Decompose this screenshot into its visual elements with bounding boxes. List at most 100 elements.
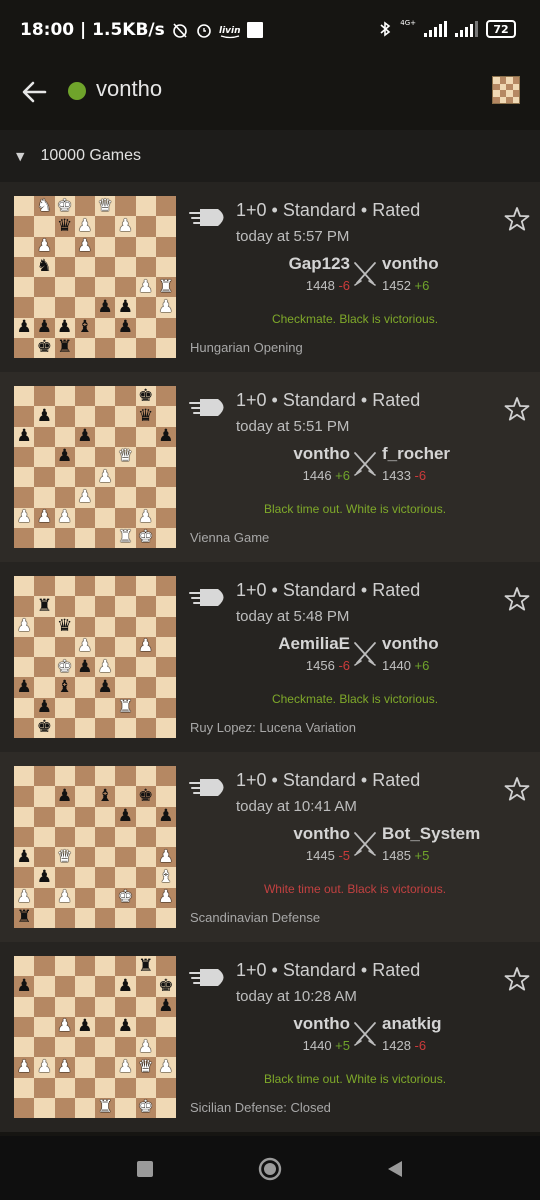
recent-apps-button[interactable] (130, 1154, 160, 1184)
collapse-caret-icon: ▼ (16, 149, 25, 163)
white-pawn-icon: ♟ (135, 636, 156, 657)
board-square (74, 976, 95, 997)
home-button[interactable] (255, 1154, 285, 1184)
board-square (155, 386, 176, 407)
board-square (14, 1016, 35, 1037)
board-square (115, 616, 136, 637)
white-player: vontho 1445 -5 (230, 824, 350, 863)
player-name[interactable]: vontho (382, 634, 502, 654)
white-player: vontho 1440 +5 (230, 1014, 350, 1053)
game-row[interactable]: ♞ ♚ ♛ ♛ ♟ ♟ ♟ ♟ ♞ ♟ ♜ ♟ ♟ ♟ ♟ ♟ ♟ ♝ ♟ ♚ ♜ 1+0 • Standard • R… (0, 182, 540, 372)
board-square (115, 677, 136, 698)
opening-name: Vienna Game (190, 530, 270, 545)
board-square (135, 1077, 156, 1098)
board-square (34, 1016, 55, 1037)
game-meta: 1+0 • Standard • Rated (236, 200, 421, 220)
game-row[interactable]: ♜ ♟ ♛ ♟ ♟ ♚ ♟ ♟ ♟ ♝ ♟ ♟ ♜ ♚ 1+0 • Standard • Rated to… (0, 562, 540, 752)
board-preview[interactable]: ♞ ♚ ♛ ♛ ♟ ♟ ♟ ♟ ♞ ♟ ♜ ♟ ♟ ♟ ♟ ♟ ♟ ♝ ♟ ♚ ♜ (14, 196, 176, 358)
board-square (155, 677, 176, 698)
game-row[interactable]: ♜ ♟ ♟ ♚ ♟ ♟ ♟ ♟ ♟ ♟ ♟ ♟ ♟ ♛ ♟ ♜ ♚ 1+0 • Standard • Rated… (0, 942, 540, 1132)
back-button[interactable] (16, 74, 52, 110)
black-pawn-icon: ♟ (155, 806, 176, 827)
arrow-left-icon (22, 81, 47, 103)
board-square (135, 677, 156, 698)
board-square (95, 1077, 116, 1098)
board-preview[interactable]: ♜ ♟ ♟ ♚ ♟ ♟ ♟ ♟ ♟ ♟ ♟ ♟ ♟ ♛ ♟ ♜ ♚ (14, 956, 176, 1118)
board-square (74, 527, 95, 548)
board-square (14, 1097, 35, 1118)
board-preview[interactable]: ♟ ♝ ♚ ♟ ♟ ♟ ♛ ♟ ♟ ♝ ♟ ♟ ♚ ♟ ♜ (14, 766, 176, 928)
player-name[interactable]: vontho (230, 444, 350, 464)
game-row[interactable]: ♚ ♟ ♛ ♟ ♟ ♟ ♟ ♛ ♟ ♟ ♟ ♟ ♟ ♟ ♜ ♚ 1+0 • Standard • Rated … (0, 372, 540, 562)
star-icon[interactable] (504, 396, 530, 422)
player-name[interactable]: AemiliaE (230, 634, 350, 654)
board-square (74, 297, 95, 318)
board-square (74, 806, 95, 827)
player-rating-line: 1428 -6 (382, 1038, 502, 1053)
star-icon[interactable] (504, 966, 530, 992)
star-icon[interactable] (504, 586, 530, 612)
nav-back-button[interactable] (380, 1154, 410, 1184)
player-name[interactable]: vontho (230, 824, 350, 844)
bullet-speed-icon (189, 399, 224, 416)
board-preview[interactable]: ♚ ♟ ♛ ♟ ♟ ♟ ♟ ♛ ♟ ♟ ♟ ♟ ♟ ♟ ♜ ♚ (14, 386, 176, 548)
chessboard-icon[interactable] (492, 76, 520, 104)
board-preview[interactable]: ♜ ♟ ♛ ♟ ♟ ♚ ♟ ♟ ♟ ♝ ♟ ♟ ♜ ♚ (14, 576, 176, 738)
black-king-icon: ♚ (155, 976, 176, 997)
player-rating: 1446 (302, 468, 332, 483)
bluetooth-icon (380, 21, 391, 37)
black-queen-icon: ♛ (54, 216, 75, 237)
black-pawn-icon: ♟ (115, 297, 136, 318)
board-square (14, 277, 35, 298)
game-meta: 1+0 • Standard • Rated (236, 580, 421, 600)
board-square (34, 806, 55, 827)
board-square (14, 956, 35, 977)
player-rating-line: 1448 -6 (230, 278, 350, 293)
game-row[interactable]: ♟ ♝ ♚ ♟ ♟ ♟ ♛ ♟ ♟ ♝ ♟ ♟ ♚ ♟ ♜ 1+0 • Standard • Rated t… (0, 752, 540, 942)
player-name[interactable]: f_rocher (382, 444, 502, 464)
board-square (14, 487, 35, 508)
board-square (74, 867, 95, 888)
player-rating: 1452 (382, 278, 411, 293)
black-pawn-icon: ♟ (115, 976, 136, 997)
board-square (115, 596, 136, 617)
black-pawn-icon: ♟ (34, 317, 55, 338)
board-square (135, 657, 156, 678)
board-square (14, 446, 35, 467)
player-name[interactable]: Bot_System (382, 824, 502, 844)
board-square (155, 1037, 176, 1058)
player-name[interactable]: anatkig (382, 1014, 502, 1034)
crossed-swords-icon (354, 262, 376, 286)
star-icon[interactable] (504, 206, 530, 232)
alarm-off-icon (172, 23, 187, 38)
player-name[interactable]: vontho (230, 1014, 350, 1034)
board-square (115, 636, 136, 657)
black-pawn-icon: ♟ (14, 677, 35, 698)
board-square (14, 786, 35, 807)
star-icon[interactable] (504, 776, 530, 802)
board-square (14, 596, 35, 617)
player-name[interactable]: Gap123 (230, 254, 350, 274)
board-square (135, 847, 156, 868)
games-section-header[interactable]: ▼ 10000 Games (0, 130, 540, 182)
board-square (155, 697, 176, 718)
board-square (54, 256, 75, 277)
board-square (34, 487, 55, 508)
board-square (155, 236, 176, 257)
board-square (74, 507, 95, 528)
board-square (14, 996, 35, 1017)
board-square (135, 806, 156, 827)
board-square (115, 1097, 136, 1118)
player-rating: 1445 (305, 848, 335, 863)
board-square (14, 236, 35, 257)
board-square (34, 786, 55, 807)
board-square (54, 1037, 75, 1058)
player-name[interactable]: vontho (382, 254, 502, 274)
game-result: Black time out. White is victorious. (263, 1072, 447, 1086)
board-square (14, 717, 35, 738)
board-square (95, 956, 116, 977)
board-square (95, 337, 116, 358)
opening-name: Hungarian Opening (190, 340, 303, 355)
black-queen-icon: ♛ (135, 406, 156, 427)
board-square (135, 907, 156, 928)
